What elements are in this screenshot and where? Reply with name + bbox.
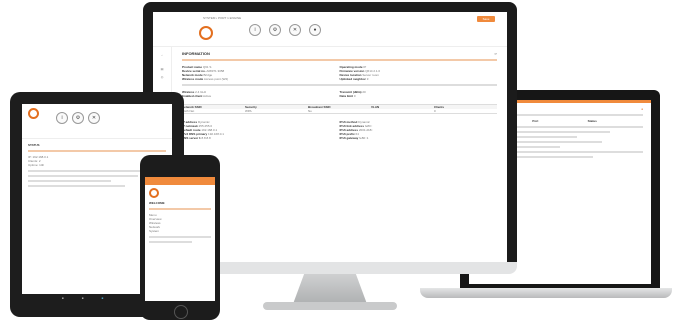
table-cell: Sixth Net [182, 109, 195, 113]
save-button[interactable]: Save [477, 16, 495, 22]
tablet-title: STATUS [28, 143, 40, 147]
field-label: Enabled client [182, 94, 203, 98]
ip-grid: IP address Dynamic IP netmask 255.255.0 … [182, 120, 497, 140]
laptop-header-status: Status [587, 119, 597, 123]
dock-icon[interactable]: ■ [62, 296, 64, 300]
info-icon[interactable]: i [249, 24, 261, 36]
sidebar-icon-1[interactable]: ▤ [153, 67, 171, 71]
tablet-dock: ■ ■ ■ [62, 296, 103, 300]
table-row[interactable]: Sixth Net WPA No 0 [182, 109, 497, 113]
phone-screen: WELCOME Menu Overview Wireless Network S… [145, 177, 215, 301]
gear-icon[interactable]: ⚙ [72, 112, 84, 124]
field-label: Data limit [339, 94, 354, 98]
phone-title: WELCOME [149, 201, 165, 205]
brand-logo [28, 108, 39, 119]
field-value: Active [203, 94, 212, 98]
brand-logo [149, 188, 159, 198]
field-value: fe80::1 [359, 136, 369, 140]
field-label: Uplinked neighbor [339, 77, 366, 81]
field-value: 20 [362, 90, 366, 94]
camera-icon[interactable]: ● [309, 24, 321, 36]
devices-scene: Status ● Name Port Status [0, 0, 681, 332]
dock-icon[interactable]: ■ [102, 296, 104, 300]
brand-logo [199, 26, 213, 40]
monitor-foot [263, 302, 397, 310]
field-value: Access point (W2) [203, 77, 229, 81]
field-label: Wireless mode [182, 77, 204, 81]
field-label: DNS server 1 [182, 136, 201, 140]
info-icon[interactable]: i [56, 112, 68, 124]
gear-icon[interactable]: ⚙ [269, 24, 281, 36]
table-cell: 0 [434, 109, 436, 113]
tools-icon[interactable]: ✕ [88, 112, 100, 124]
field-value: 8.8.8.8 [201, 136, 211, 140]
sidebar-icon-2[interactable]: ◎ [153, 75, 171, 79]
field-value: 0 [353, 94, 356, 98]
field-label: IPv6 gateway [339, 136, 359, 140]
monitor-header-title: SYSTEM • PORT 1 ENGINE [203, 16, 242, 20]
info-grid: Product name Q61 S Device serial no. A08… [182, 65, 497, 81]
table-cell: WPA [245, 109, 252, 113]
tools-icon[interactable]: ✕ [289, 24, 301, 36]
field-value: 3 [366, 77, 369, 81]
wireless-grid: Wireless 2.4 GHz Enabled client Active T… [182, 90, 497, 98]
phone-item[interactable]: System [149, 229, 211, 233]
phone-home-button[interactable] [174, 305, 188, 319]
refresh-icon[interactable]: ⟳ [340, 52, 497, 56]
monitor-header: SYSTEM • PORT 1 ENGINE Save i ⚙ ✕ ● [153, 12, 507, 47]
table-cell [371, 109, 434, 113]
dock-icon[interactable]: ■ [82, 296, 84, 300]
field-value: 2001:db8:: [358, 128, 374, 132]
phone: WELCOME Menu Overview Wireless Network S… [140, 155, 220, 320]
laptop-header-port: Port [532, 119, 539, 123]
ssid-table: Network SSID Security Broadcast SSID VLA… [182, 104, 497, 114]
info-title: INFORMATION [182, 51, 210, 56]
monitor-stand [293, 274, 367, 304]
table-cell: No [308, 109, 312, 113]
